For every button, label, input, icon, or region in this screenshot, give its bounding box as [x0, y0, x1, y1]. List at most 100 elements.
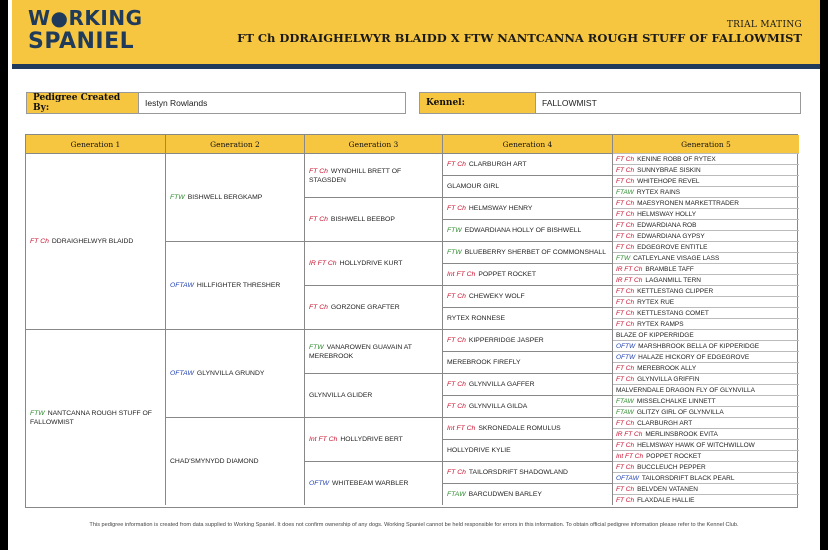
dog-name: EDWARDIANA HOLLY OF BISHWELL — [464, 227, 582, 234]
dog-title: IR FT Ch — [309, 260, 337, 267]
dog-title: FTW — [170, 194, 185, 201]
pedigree-cell-gen4: GLAMOUR GIRL — [443, 175, 613, 197]
created-by-box: Pedigree Created By: Iestyn Rowlands — [26, 92, 406, 114]
dog-title: Int FT Ch — [309, 436, 338, 443]
pedigree-cell-gen2: FTW BISHWELL BERGKAMP — [166, 153, 305, 241]
pedigree-cell-gen5: FT Ch HELMSWAY HAWK OF WITCHWILLOW — [613, 439, 799, 450]
dog-title: FT Ch — [30, 238, 49, 245]
working-spaniel-logo: W●RKING SPANIEL — [28, 6, 148, 54]
pedigree-cell-gen5: OFTW HALAZE HICKORY OF EDGEGROVE — [613, 351, 799, 362]
pedigree-cell-gen2: CHAD'SMYNYDD DIAMOND — [166, 417, 305, 505]
dog-name: BRAMBLE TAFF — [645, 265, 694, 273]
kennel-box: Kennel: FALLOWMIST — [419, 92, 801, 114]
dog-name: HELMSWAY HENRY — [468, 205, 533, 212]
pedigree-cell-gen5: IR FT Ch MERLINSBROOK EVITA — [613, 428, 799, 439]
pedigree-cell-gen5: FTAW GLITZY GIRL OF GLYNVILLA — [613, 406, 799, 417]
pedigree-cell-gen5: FT Ch FLAXDALE HALLIE — [613, 494, 799, 505]
dog-title: FT Ch — [616, 298, 635, 306]
dog-name: TAILORSDRIFT SHADOWLAND — [468, 469, 568, 476]
pedigree-cell-gen2: OFTAW GLYNVILLA GRUNDY — [166, 329, 305, 417]
dog-title: OFTW — [616, 342, 636, 350]
pedigree-cell-gen4: MEREBROOK FIREFLY — [443, 351, 613, 373]
pedigree-cell-gen4: FTW BLUEBERRY SHERBET OF COMMONSHALL — [443, 241, 613, 263]
pedigree-cell-gen4: Int FT Ch POPPET ROCKET — [443, 263, 613, 285]
pedigree-cell-gen5: FT Ch EDWARDIANA GYPSY — [613, 230, 799, 241]
dog-name: RYTEX RAINS — [636, 188, 681, 196]
dog-title: OFTW — [616, 353, 636, 361]
pedigree-cell-gen5: FT Ch MAESYRONEN MARKETTRADER — [613, 197, 799, 208]
pedigree-cell-gen3: OFTW WHITEBEAM WARBLER — [305, 461, 443, 505]
pedigree-cell-gen5: FT Ch EDGEGROVE ENTITLE — [613, 241, 799, 252]
dog-name: HOLLYDRIVE BERT — [340, 436, 403, 443]
dog-title: FTAW — [616, 397, 634, 405]
dog-name: KENINE ROBB OF RYTEX — [637, 155, 716, 163]
generation-header: Generation 5 — [613, 135, 799, 153]
dog-title: FTW — [447, 227, 462, 234]
dog-name: HELMSWAY HAWK OF WITCHWILLOW — [637, 441, 755, 449]
dog-name: HILLFIGHTER THRESHER — [196, 282, 281, 289]
pedigree-cell-gen5: FT Ch RYTEX RAMPS — [613, 318, 799, 329]
dog-name: GLYNVILLA GILDA — [468, 403, 528, 410]
dog-name: EDWARDIANA GYPSY — [637, 232, 705, 240]
dog-name: POPPET ROCKET — [478, 271, 536, 278]
disclaimer-footer: This pedigree information is created fro… — [89, 522, 739, 528]
dog-title: OFTAW — [616, 474, 639, 482]
pedigree-cell-gen3: FTW VANAROWEN GUAVAIN AT MEREBROOK — [305, 329, 443, 373]
pedigree-cell-gen4: FT Ch CHEWEKY WOLF — [443, 285, 613, 307]
dog-name: HOLLYDRIVE KURT — [339, 260, 403, 267]
dog-title: Int FT Ch — [447, 271, 476, 278]
pedigree-cell-gen5: FT Ch HELMSWAY HOLLY — [613, 208, 799, 219]
dog-name: RYTEX RAMPS — [637, 320, 684, 328]
pedigree-cell-gen3: FT Ch WYNDHILL BRETT OF STAGSDEN — [305, 153, 443, 197]
dog-title: FT Ch — [309, 167, 328, 175]
pedigree-cell-gen4: RYTEX RONNESE — [443, 307, 613, 329]
dog-name: BELVDEN VATANEN — [637, 485, 698, 493]
dog-name: RYTEX RONNESE — [447, 315, 506, 322]
generation-header: Generation 2 — [166, 135, 305, 153]
created-by-label: Pedigree Created By: — [27, 93, 139, 113]
dog-name: VANAROWEN GUAVAIN AT MEREBROOK — [309, 343, 412, 360]
trial-mating-label: TRIAL MATING — [726, 20, 802, 30]
pedigree-cell-gen3: Int FT Ch HOLLYDRIVE BERT — [305, 417, 443, 461]
dog-title: Int FT Ch — [447, 425, 476, 432]
dog-title: OFTW — [309, 480, 330, 487]
pedigree-cell-gen4: FT Ch TAILORSDRIFT SHADOWLAND — [443, 461, 613, 483]
dog-title: FT Ch — [616, 210, 635, 218]
dog-title: FT Ch — [616, 221, 635, 229]
dog-title: FT Ch — [447, 161, 466, 168]
dog-title: FT Ch — [616, 441, 635, 449]
dog-name: MALVERNDALE DRAGON FLY OF GLYNVILLA — [616, 386, 755, 394]
pedigree-cell-gen4: FT Ch GLYNVILLA GILDA — [443, 395, 613, 417]
dog-name: POPPET ROCKET — [646, 452, 702, 460]
dog-title: FTW — [616, 254, 631, 262]
dog-title: IR FT Ch — [616, 265, 643, 273]
dog-title: FT Ch — [616, 375, 635, 383]
dog-name: BLAZE OF KIPPERRIDGE — [616, 331, 694, 339]
dog-title: OFTAW — [170, 370, 194, 377]
dog-title: FT Ch — [616, 232, 635, 240]
logo-line-2: SPANIEL — [28, 29, 135, 54]
dog-title: FT Ch — [616, 496, 635, 504]
pedigree-cell-gen4: FT Ch CLARBURGH ART — [443, 153, 613, 175]
dog-name: SUNNYBRAE SISKIN — [637, 166, 701, 174]
pedigree-cell-gen5: FT Ch KETTLESTANG COMET — [613, 307, 799, 318]
dog-name: MAESYRONEN MARKETTRADER — [637, 199, 739, 207]
pedigree-cell-gen5: FT Ch KETTLESTANG CLIPPER — [613, 285, 799, 296]
dog-name: BLUEBERRY SHERBET OF COMMONSHALL — [464, 249, 606, 256]
pedigree-cell-gen4: Int FT Ch SKRONEDALE ROMULUS — [443, 417, 613, 439]
pedigree-cell-gen1: FT Ch DDRAIGHELWYR BLAIDD — [26, 153, 166, 329]
dog-name: KIPPERRIDGE JASPER — [468, 337, 544, 344]
generation-header: Generation 3 — [305, 135, 443, 153]
dog-name: GLAMOUR GIRL — [447, 183, 500, 190]
dog-title: FT Ch — [616, 463, 635, 471]
dog-title: FTAW — [616, 188, 634, 196]
pedigree-cell-gen4: FT Ch HELMSWAY HENRY — [443, 197, 613, 219]
pedigree-cell-gen5: FT Ch WHITEHOPE REVEL — [613, 175, 799, 186]
dog-title: FT Ch — [616, 419, 635, 427]
dog-name: KETTLESTANG COMET — [637, 309, 709, 317]
dog-name: HALAZE HICKORY OF EDGEGROVE — [638, 353, 750, 361]
dog-title: FTW — [447, 249, 462, 256]
dog-title: FT Ch — [616, 199, 635, 207]
dog-name: GLYNVILLA GRUNDY — [196, 370, 265, 377]
dog-title: FT Ch — [447, 293, 466, 300]
